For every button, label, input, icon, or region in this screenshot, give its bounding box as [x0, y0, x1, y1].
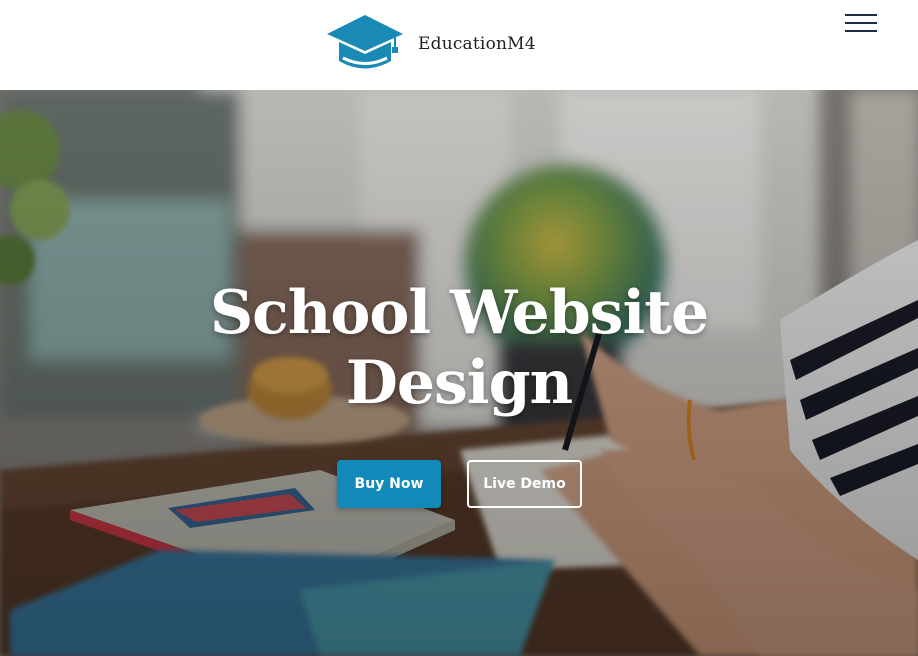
graduation-cap-icon — [327, 15, 403, 69]
brand-name: EducationM4 — [418, 34, 536, 54]
live-demo-button[interactable]: Live Demo — [467, 460, 582, 508]
brand[interactable]: EducationM4 — [326, 14, 536, 74]
site-header: EducationM4 — [0, 0, 918, 90]
buy-now-button[interactable]: Buy Now — [337, 460, 441, 508]
hero-title: School Website Design — [0, 278, 918, 418]
hamburger-menu-icon[interactable] — [845, 13, 877, 35]
hero-title-line-1: School Website — [209, 278, 709, 348]
menu-line — [845, 30, 877, 32]
menu-line — [845, 22, 877, 24]
menu-line — [845, 14, 877, 16]
hero-title-line-2: Design — [345, 348, 573, 418]
hero-section: School Website Design Buy Now Live Demo — [0, 90, 918, 656]
